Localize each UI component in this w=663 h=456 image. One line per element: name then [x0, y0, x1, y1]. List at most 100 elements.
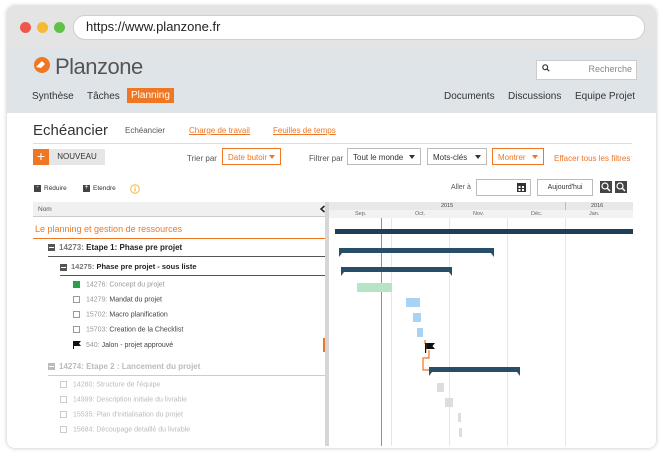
- tab-echeancier[interactable]: Echéancier: [125, 126, 165, 135]
- task-row[interactable]: 15703: Creation de la Checklist: [73, 326, 183, 333]
- people-filter-select[interactable]: Tout le monde: [347, 148, 421, 165]
- year-divider: [565, 202, 566, 210]
- task-bar[interactable]: [413, 313, 421, 322]
- chevron-down-icon: [532, 155, 538, 159]
- task-bar[interactable]: [357, 283, 392, 292]
- month-label: Jan.: [589, 211, 600, 217]
- month-label: Déc.: [531, 211, 543, 217]
- new-button[interactable]: NOUVEAU: [49, 149, 105, 165]
- collapse-icon[interactable]: [48, 244, 55, 252]
- keywords-filter-value: Mots-clés: [433, 153, 468, 162]
- search-input[interactable]: Recherche: [536, 60, 637, 80]
- task-bar[interactable]: [458, 413, 461, 422]
- nav-equipe-projet[interactable]: Equipe Projet: [575, 91, 635, 102]
- maximize-window-dot[interactable]: [54, 22, 65, 33]
- timeline-months-header: Sep. Oct. Nov. Déc. Jan.: [329, 210, 633, 218]
- task-checkbox[interactable]: [73, 311, 80, 318]
- month-gridline: [565, 218, 566, 446]
- task-name: Plan d'initialisation du projet: [96, 411, 183, 419]
- add-button[interactable]: +: [33, 149, 49, 165]
- task-id: 14275:: [71, 262, 95, 271]
- task-name: Macro planification: [109, 311, 168, 319]
- tab-charge-de-travail[interactable]: Charge de travail: [189, 126, 250, 135]
- name-column-header: Nom: [38, 206, 52, 213]
- people-filter-value: Tout le monde: [353, 153, 404, 162]
- project-row[interactable]: Le planning et gestion de ressources: [35, 224, 182, 234]
- planzone-logo[interactable]: Planzone: [33, 54, 143, 79]
- row-divider: [60, 275, 325, 276]
- reduce-button[interactable]: - Réduire: [34, 184, 67, 192]
- minimize-window-dot[interactable]: [37, 22, 48, 33]
- stage-row[interactable]: 14273: Etape 1: Phase pre projet: [48, 243, 182, 252]
- task-id: 540:: [86, 341, 100, 349]
- task-id: 14273:: [59, 243, 84, 252]
- stage-summary-bar[interactable]: [339, 248, 494, 257]
- browser-chrome: https://www.planzone.fr: [7, 6, 656, 50]
- stage-summary-bar[interactable]: [429, 367, 520, 376]
- zoom-in-icon[interactable]: [600, 181, 612, 193]
- task-checkbox[interactable]: [60, 381, 67, 388]
- expand-button[interactable]: + Etendre: [83, 184, 116, 193]
- task-row[interactable]: 15702: Macro planification: [73, 311, 168, 318]
- sort-select[interactable]: Date butoir: [222, 148, 281, 165]
- collapse-icon[interactable]: [60, 263, 67, 271]
- zoom-out-icon[interactable]: [615, 181, 627, 193]
- task-checkbox[interactable]: [73, 326, 80, 333]
- month-label: Oct.: [415, 211, 426, 217]
- clear-filters-link[interactable]: Effacer tous les filtres: [554, 154, 630, 163]
- task-name: Structure de l'équipe: [96, 381, 161, 389]
- close-window-dot[interactable]: [20, 22, 31, 33]
- chevron-down-icon: [409, 155, 415, 159]
- task-checkbox[interactable]: [73, 296, 80, 303]
- task-bar[interactable]: [406, 298, 420, 307]
- year-label: 2015: [441, 203, 454, 209]
- task-row[interactable]: 15684: Découpage detaillé du livrable: [60, 426, 190, 433]
- url-text: https://www.planzone.fr: [86, 19, 221, 34]
- sublist-summary-bar[interactable]: [341, 267, 452, 276]
- task-bar[interactable]: [445, 398, 453, 407]
- task-id: 14276:: [86, 281, 108, 289]
- task-checkbox[interactable]: [60, 411, 67, 418]
- info-icon[interactable]: [130, 184, 140, 194]
- nav-taches[interactable]: Tâches: [87, 91, 120, 102]
- expand-icon: +: [83, 184, 90, 192]
- task-row[interactable]: 14276: Concept du projet: [73, 281, 165, 288]
- expand-label: Etendre: [93, 185, 116, 193]
- task-row[interactable]: 14999: Description initiale du livrable: [60, 396, 187, 403]
- nav-discussions[interactable]: Discussions: [508, 91, 561, 102]
- nav-planning[interactable]: Planning: [127, 88, 174, 103]
- task-checkbox[interactable]: [60, 396, 67, 403]
- collapse-icon[interactable]: [48, 363, 55, 371]
- goto-date-input[interactable]: [476, 179, 531, 196]
- milestone-row[interactable]: 540: Jalon - projet approuvé: [73, 341, 173, 349]
- row-divider: [48, 375, 325, 376]
- chevron-left-icon[interactable]: [319, 205, 327, 213]
- today-button[interactable]: Aujourd'hui: [537, 179, 593, 196]
- task-id: 14999:: [73, 396, 95, 404]
- nav-documents[interactable]: Documents: [444, 91, 495, 102]
- calendar-icon[interactable]: [517, 183, 526, 192]
- task-bar[interactable]: [459, 428, 462, 437]
- task-bar[interactable]: [417, 328, 423, 337]
- chevron-down-icon: [475, 155, 481, 159]
- task-row[interactable]: 14279: Mandat du projet: [73, 296, 162, 303]
- task-checkbox[interactable]: [73, 281, 80, 288]
- project-bar[interactable]: [335, 229, 633, 234]
- brand-name: Planzone: [55, 54, 143, 79]
- nav-synthese[interactable]: Synthèse: [32, 91, 74, 102]
- task-row[interactable]: 14280: Structure de l'équipe: [60, 381, 160, 388]
- milestone-flag-icon[interactable]: [425, 343, 435, 353]
- keywords-filter-select[interactable]: Mots-clés: [427, 148, 487, 165]
- task-name: Phase pre projet - sous liste: [96, 262, 197, 271]
- task-name: Description initiale du livrable: [96, 396, 188, 404]
- show-select[interactable]: Montrer: [492, 148, 544, 165]
- address-bar[interactable]: https://www.planzone.fr: [73, 15, 645, 40]
- stage-row[interactable]: 14274: Etape 2 : Lancement du projet: [48, 362, 200, 371]
- sublist-row[interactable]: 14275: Phase pre projet - sous liste: [60, 262, 196, 271]
- tab-feuilles-de-temps[interactable]: Feuilles de temps: [273, 126, 336, 135]
- row-divider: [48, 256, 325, 257]
- task-checkbox[interactable]: [60, 426, 67, 433]
- task-id: 14280:: [73, 381, 95, 389]
- task-row[interactable]: 15535: Plan d'initialisation du projet: [60, 411, 183, 418]
- task-bar[interactable]: [437, 383, 444, 392]
